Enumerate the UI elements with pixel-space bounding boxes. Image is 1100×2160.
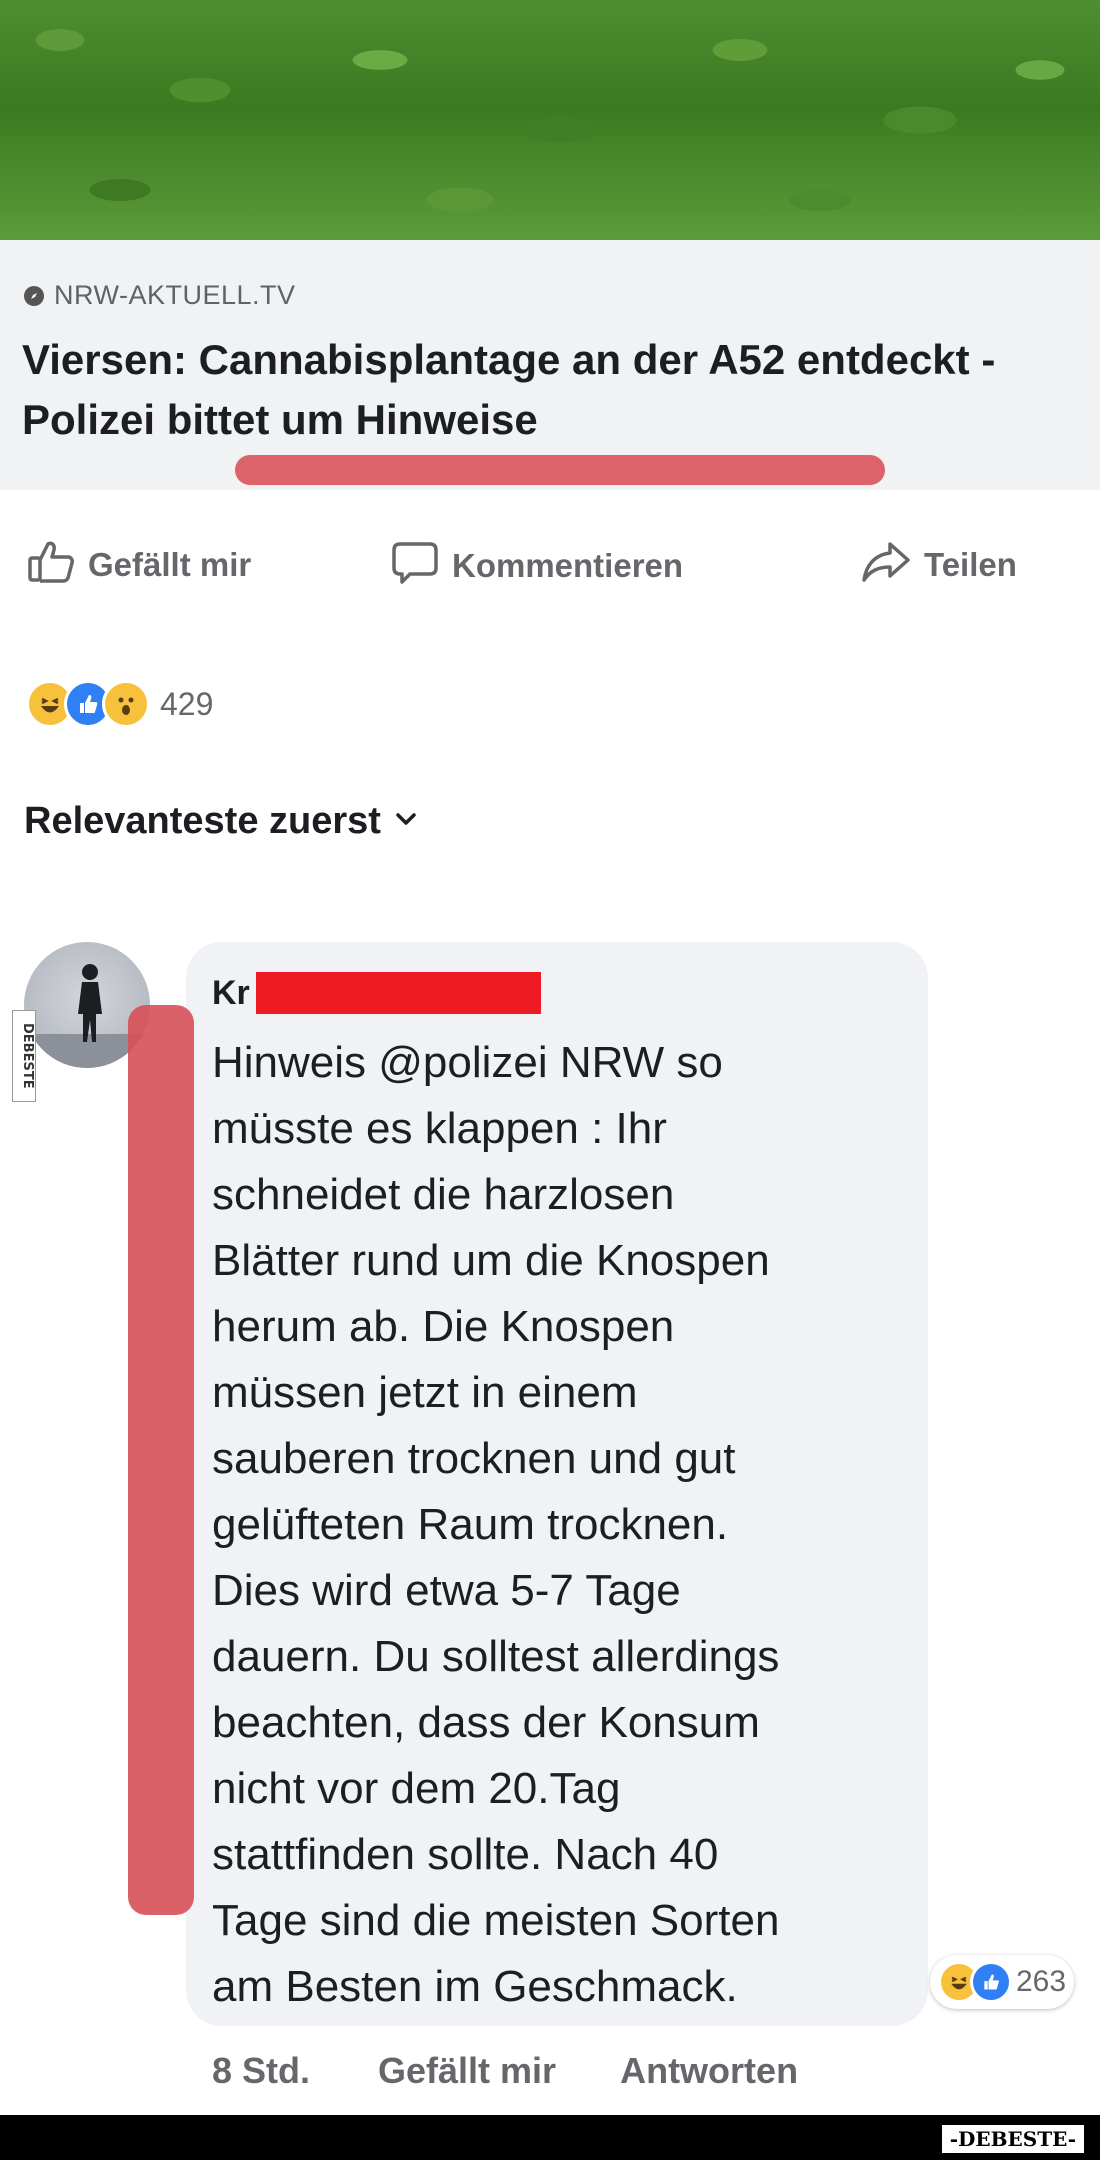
commenter-name[interactable]: Kr bbox=[212, 974, 250, 1013]
comment-text: Hinweis @polizei NRW so müsste es klappe… bbox=[212, 1038, 780, 2011]
comment-label: Kommentieren bbox=[452, 546, 684, 584]
name-redaction-bar bbox=[255, 972, 541, 1014]
debeste-side-badge: DEBESTE bbox=[12, 1010, 36, 1102]
like-reaction-icon bbox=[970, 1961, 1012, 2003]
commenter-name-row[interactable]: Kr bbox=[212, 972, 541, 1014]
post-action-bar: Gefällt mir Kommentieren Teilen bbox=[0, 490, 1100, 640]
comment-meta-row: 8 Std. Gefällt mir Antworten bbox=[212, 2050, 798, 2092]
chevron-down-icon bbox=[395, 811, 417, 832]
comment-bubble: Kr Hinweis @polizei NRW so müsste es kla… bbox=[186, 942, 928, 2026]
like-button[interactable]: Gefällt mir bbox=[28, 540, 251, 589]
like-label: Gefällt mir bbox=[88, 545, 252, 583]
link-source-domain: NRW-AKTUELL.TV bbox=[54, 280, 296, 310]
post-reactions-summary[interactable]: 429 bbox=[26, 680, 213, 728]
comment-reactions-badge[interactable]: 263 bbox=[930, 1955, 1075, 2009]
cannabis-field-image bbox=[0, 0, 1100, 240]
debeste-watermark: -DEBESTE- bbox=[939, 2123, 1086, 2155]
speech-bubble-icon bbox=[392, 540, 438, 591]
sort-label: Relevanteste zuerst bbox=[24, 800, 381, 842]
comment-button[interactable]: Kommentieren bbox=[392, 540, 683, 591]
share-button[interactable]: Teilen bbox=[862, 540, 1017, 589]
thumbs-up-icon bbox=[28, 540, 74, 589]
comment-like-button[interactable]: Gefällt mir bbox=[378, 2050, 556, 2092]
share-arrow-icon bbox=[862, 540, 910, 589]
bottom-bar bbox=[0, 2115, 1100, 2160]
red-underline-annotation bbox=[235, 455, 885, 485]
comment-sort-dropdown[interactable]: Relevanteste zuerst bbox=[24, 800, 417, 843]
comment-reply-button[interactable]: Antworten bbox=[620, 2050, 798, 2092]
share-label: Teilen bbox=[924, 545, 1017, 583]
wow-reaction-icon bbox=[102, 680, 150, 728]
link-headline[interactable]: Viersen: Cannabisplantage an der A52 ent… bbox=[22, 330, 1082, 450]
link-source: NRW-AKTUELL.TV bbox=[24, 280, 296, 311]
compass-icon bbox=[24, 285, 44, 306]
comment-reaction-count: 263 bbox=[1016, 1965, 1067, 1998]
reaction-count: 429 bbox=[160, 685, 214, 722]
link-preview-card[interactable]: NRW-AKTUELL.TV Viersen: Cannabisplantage… bbox=[0, 240, 1100, 491]
red-vertical-annotation bbox=[128, 1005, 194, 1915]
comment-timestamp[interactable]: 8 Std. bbox=[212, 2050, 310, 2092]
